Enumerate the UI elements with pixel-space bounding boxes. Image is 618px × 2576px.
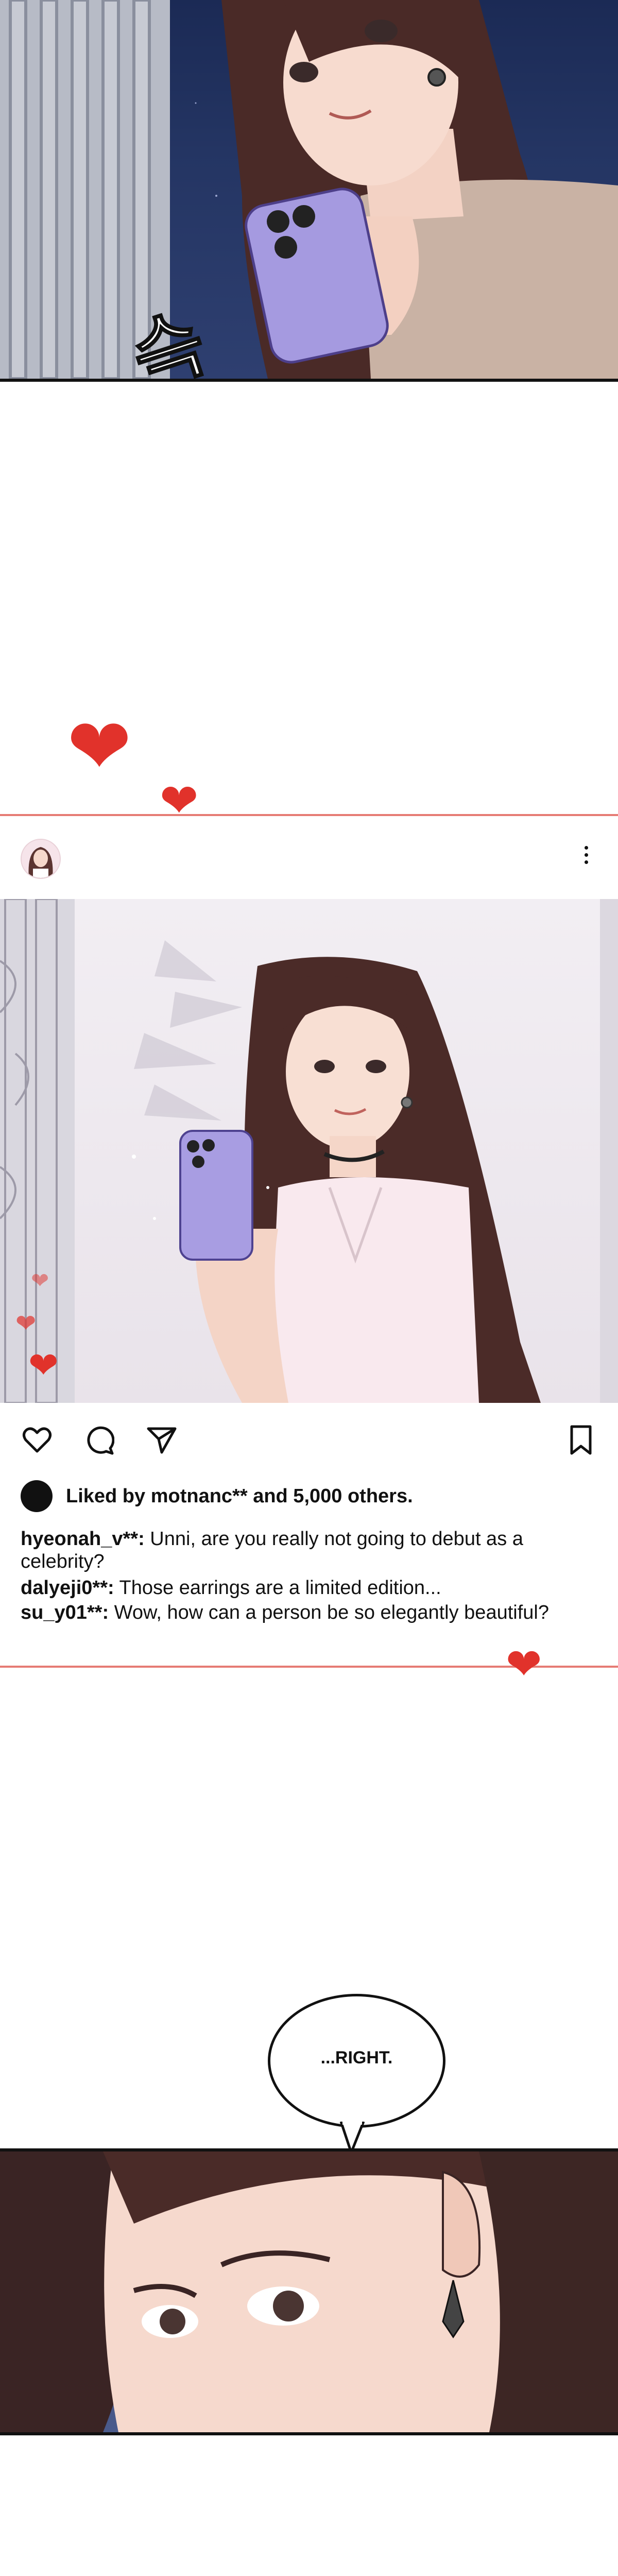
liker-avatar[interactable]: [21, 1480, 53, 1512]
speech-bubble-text: ...RIGHT.: [320, 2048, 393, 2067]
liked-by-text[interactable]: Liked by motnanc** and 5,000 others.: [66, 1485, 413, 1507]
paper-plane-icon[interactable]: [146, 1425, 177, 1455]
floating-heart-icon: ❤: [15, 1309, 37, 1338]
floating-heart-icon: ❤: [31, 1268, 49, 1293]
comment: hyeonah_v**: Unni, are you really not go…: [21, 1528, 587, 1573]
bookmark-icon[interactable]: [565, 1425, 596, 1455]
small-heart-icon: ❤: [160, 774, 199, 828]
comment-bubble-icon[interactable]: [83, 1425, 114, 1455]
heart-outline-icon[interactable]: [22, 1425, 53, 1455]
more-dot-icon: [584, 846, 588, 850]
small-heart-icon: ❤: [506, 1639, 542, 1689]
avatar-portrait: [28, 847, 53, 878]
more-options-button[interactable]: [581, 846, 591, 872]
closeup-panel: [0, 2148, 618, 2435]
post-image[interactable]: ❤ ❤ ❤: [0, 899, 618, 1403]
night-selfie-illustration: [0, 0, 618, 379]
avatar[interactable]: [21, 839, 61, 879]
comment-username[interactable]: su_y01**:: [21, 1602, 109, 1623]
selfie-illustration: [0, 899, 618, 1403]
large-heart-icon: ❤: [67, 702, 132, 792]
comment: su_y01**: Wow, how can a person be so el…: [21, 1601, 587, 1624]
comment-text: Those earrings are a limited edition...: [114, 1577, 441, 1599]
comment-text: Wow, how can a person be so elegantly be…: [109, 1602, 549, 1623]
night-selfie-panel: 슥: [0, 0, 618, 382]
post-top-divider: [0, 814, 618, 816]
floating-heart-icon: ❤: [28, 1344, 59, 1386]
comment: dalyeji0**: Those earrings are a limited…: [21, 1577, 587, 1599]
more-dot-icon: [584, 853, 588, 857]
comment-username[interactable]: hyeonah_v**:: [21, 1528, 145, 1550]
closeup-illustration: [0, 2151, 618, 2432]
more-dot-icon: [584, 860, 588, 864]
comment-username[interactable]: dalyeji0**:: [21, 1577, 114, 1599]
